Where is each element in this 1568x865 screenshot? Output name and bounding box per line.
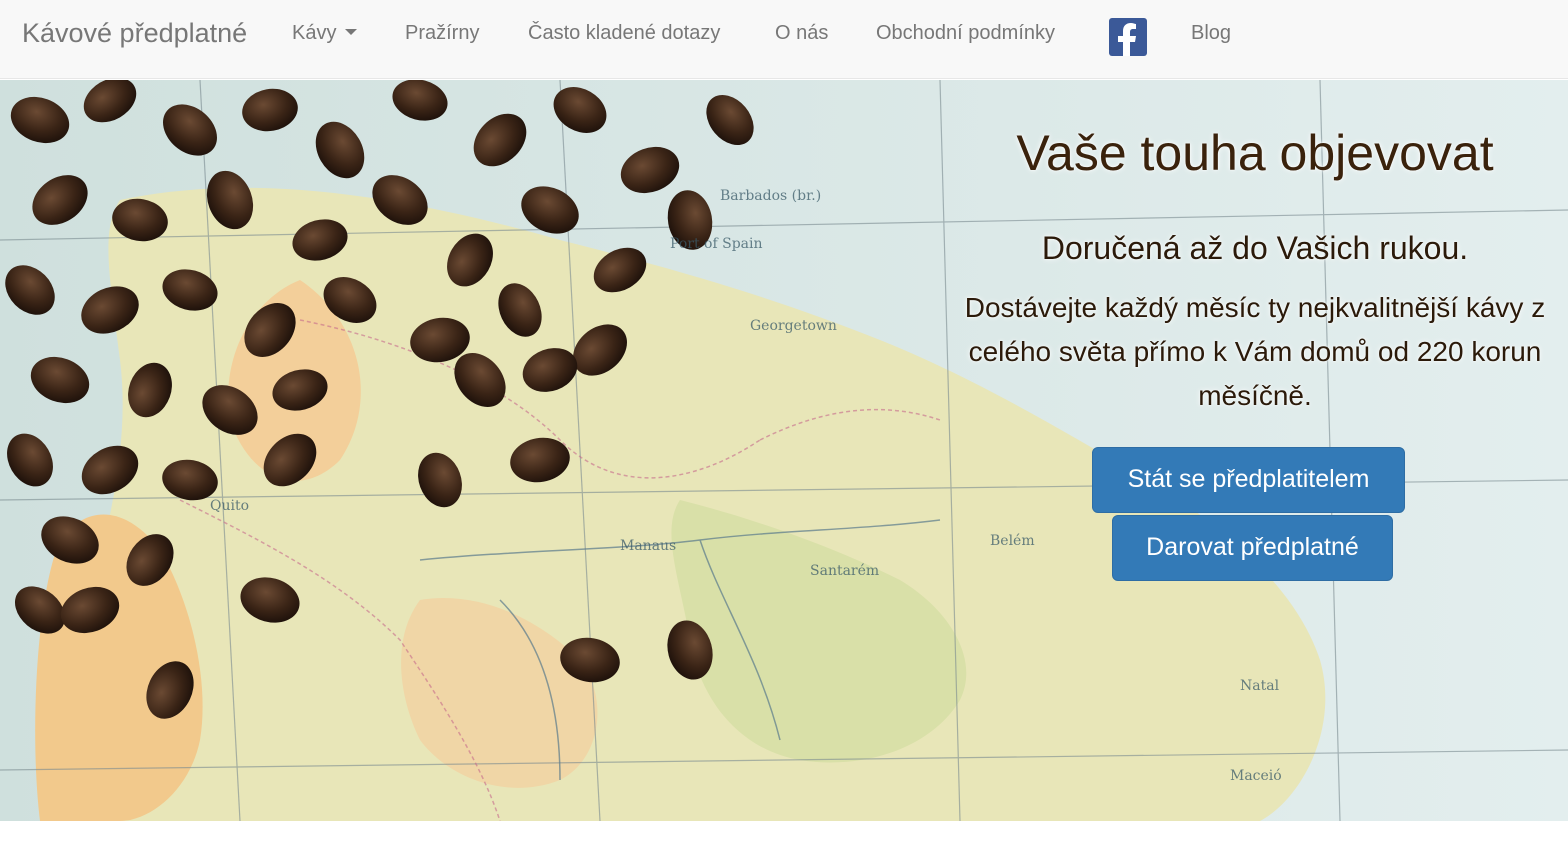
- svg-text:Maceió: Maceió: [1230, 768, 1282, 784]
- svg-text:Georgetown: Georgetown: [750, 318, 837, 334]
- nav-o-nas[interactable]: O nás: [775, 22, 828, 45]
- subscribe-button[interactable]: Stát se předplatitelem: [1092, 447, 1405, 513]
- svg-text:Port of Spain: Port of Spain: [670, 236, 763, 252]
- svg-text:Quito: Quito: [210, 498, 249, 514]
- svg-text:Santarém: Santarém: [810, 563, 879, 579]
- nav-obchodni-podminky[interactable]: Obchodní podmínky: [876, 22, 1055, 45]
- hero-subtitle: Doručená až do Vašich rukou.: [1041, 230, 1469, 266]
- svg-text:Manaus: Manaus: [620, 538, 676, 554]
- gift-subscription-button[interactable]: Darovat předplatné: [1112, 515, 1393, 581]
- hero-section: Barbados (br.) Port of Spain Georgetown …: [0, 80, 1568, 821]
- hero-title: Vaše touha objevovat: [1016, 125, 1494, 181]
- navbar: Kávové předplatné Kávy Pražírny Často kl…: [0, 0, 1568, 79]
- nav-blog[interactable]: Blog: [1191, 22, 1231, 45]
- facebook-icon[interactable]: [1109, 18, 1147, 56]
- svg-text:Belém: Belém: [990, 533, 1035, 549]
- nav-kavy-label: Kávy: [292, 22, 337, 44]
- nav-prazirny[interactable]: Pražírny: [405, 22, 479, 45]
- nav-kavy-dropdown[interactable]: Kávy: [292, 22, 358, 45]
- caret-down-icon: [345, 28, 358, 35]
- hero-description: Dostávejte každý měsíc ty nejkvalitnější…: [964, 292, 1546, 411]
- svg-text:Barbados (br.): Barbados (br.): [720, 188, 821, 204]
- nav-faq[interactable]: Často kladené dotazy: [528, 22, 720, 45]
- svg-text:Natal: Natal: [1240, 678, 1280, 694]
- brand-link[interactable]: Kávové předplatné: [22, 18, 247, 49]
